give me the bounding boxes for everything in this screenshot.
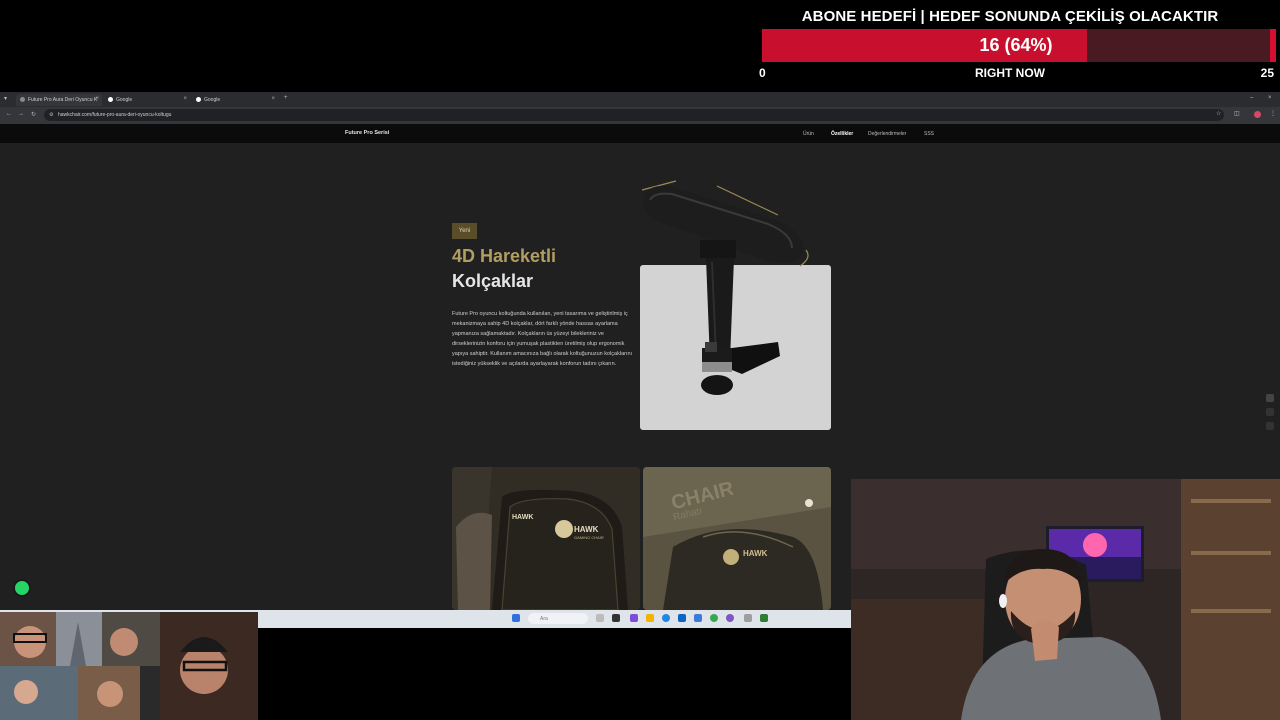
file-explorer-icon[interactable] — [646, 614, 654, 622]
goal-now-label: RIGHT NOW — [975, 66, 1045, 80]
close-icon[interactable]: × — [271, 96, 275, 102]
chair-back-image — [452, 467, 640, 610]
profile-icon[interactable] — [1254, 111, 1261, 118]
forward-arrow-icon[interactable]: → — [18, 111, 24, 117]
site-favicon-icon — [20, 97, 25, 102]
new-tab-icon[interactable]: + — [284, 95, 288, 101]
settings-icon[interactable] — [744, 614, 752, 622]
nav-degerlendirmeler[interactable]: Değerlendirmeler — [868, 131, 906, 137]
tab-label: Future Pro Aura Deri Oyuncu K — [28, 97, 98, 103]
goal-title: ABONE HEDEFİ | HEDEF SONUNDA ÇEKİLİŞ OLA… — [801, 8, 1219, 25]
discord-icon[interactable] — [726, 614, 734, 622]
extensions-icon[interactable]: ◫ — [1234, 110, 1240, 117]
address-bar[interactable] — [44, 109, 1224, 121]
start-icon[interactable] — [512, 614, 520, 622]
minimize-icon[interactable]: – — [1250, 95, 1253, 101]
goal-min: 0 — [759, 66, 766, 80]
new-badge: Yeni — [452, 223, 477, 239]
card-brand: HAWK — [512, 514, 534, 521]
site-nav — [0, 124, 1280, 143]
goal-progress-cap — [1270, 29, 1276, 62]
store-icon[interactable] — [678, 614, 686, 622]
page-side-widgets — [1262, 390, 1278, 460]
card-subbrand: GAMING CHAIR — [574, 535, 604, 540]
taskbar-search[interactable]: Ara — [528, 613, 588, 624]
browser-tab-bar: ▾ Future Pro Aura Deri Oyuncu K × Google… — [0, 92, 1280, 107]
widget-icon[interactable] — [1266, 422, 1274, 430]
widget-icon[interactable] — [1266, 408, 1274, 416]
chair-headrest-image — [643, 467, 831, 610]
feature-heading-line2: Kolçaklar — [452, 271, 534, 291]
task-view-icon[interactable] — [612, 614, 620, 622]
card-brand-gold: HAWK — [743, 549, 768, 558]
chrome-icon[interactable] — [710, 614, 718, 622]
product-card-2[interactable]: CHAIR Rahatı HAWK — [643, 467, 831, 610]
back-arrow-icon[interactable]: ← — [6, 111, 12, 117]
close-icon[interactable]: × — [95, 96, 99, 102]
webcam-image — [851, 479, 1280, 720]
feature-heading-line1: 4D Hareketli — [452, 246, 557, 266]
tab-google-1[interactable]: Google × — [104, 94, 190, 106]
google-icon — [108, 97, 113, 102]
widgets-icon[interactable] — [596, 614, 604, 622]
reaction-collage — [0, 612, 258, 720]
window-close-icon[interactable]: × — [1268, 95, 1272, 101]
nav-ozellikler[interactable]: Özellikler — [831, 131, 853, 137]
nav-sss[interactable]: SSS — [924, 131, 934, 137]
site-info-icon[interactable]: ⚙ — [49, 112, 53, 118]
star-icon[interactable]: ☆ — [1216, 110, 1221, 117]
feature-description: Future Pro oyuncu koltuğunda kullanılan,… — [452, 311, 633, 367]
goal-value: 16 (64%) — [979, 35, 1053, 55]
app-icon[interactable] — [694, 614, 702, 622]
google-icon — [196, 97, 201, 102]
reaction-images — [0, 612, 258, 720]
widget-icon[interactable] — [1266, 394, 1274, 402]
tab-google-2[interactable]: Google × — [192, 94, 278, 106]
url-text[interactable]: hawkchair.com/future-pro-aura-deri-oyunc… — [58, 112, 171, 118]
tab-menu-icon[interactable]: ▾ — [4, 95, 7, 102]
goal-max: 25 — [1260, 66, 1274, 80]
tab-label: Google — [204, 97, 221, 103]
app-icon[interactable] — [760, 614, 768, 622]
webcam-feed — [851, 479, 1280, 720]
close-icon[interactable]: × — [183, 96, 187, 102]
product-card-1[interactable]: HAWK HAWK GAMING CHAIR — [452, 467, 640, 610]
tab-label: Google — [116, 97, 133, 103]
whatsapp-icon[interactable] — [13, 579, 31, 597]
menu-icon[interactable]: ⋮ — [1270, 110, 1276, 117]
armrest-image — [641, 180, 809, 395]
app-icon[interactable] — [630, 614, 638, 622]
edge-icon[interactable] — [662, 614, 670, 622]
tab-active[interactable]: Future Pro Aura Deri Oyuncu K × — [16, 94, 102, 106]
site-brand[interactable]: Future Pro Serisi — [345, 130, 389, 136]
reload-icon[interactable]: ↻ — [31, 111, 36, 118]
card-brand-main: HAWK — [574, 525, 599, 534]
nav-urun[interactable]: Ürün — [803, 131, 814, 137]
